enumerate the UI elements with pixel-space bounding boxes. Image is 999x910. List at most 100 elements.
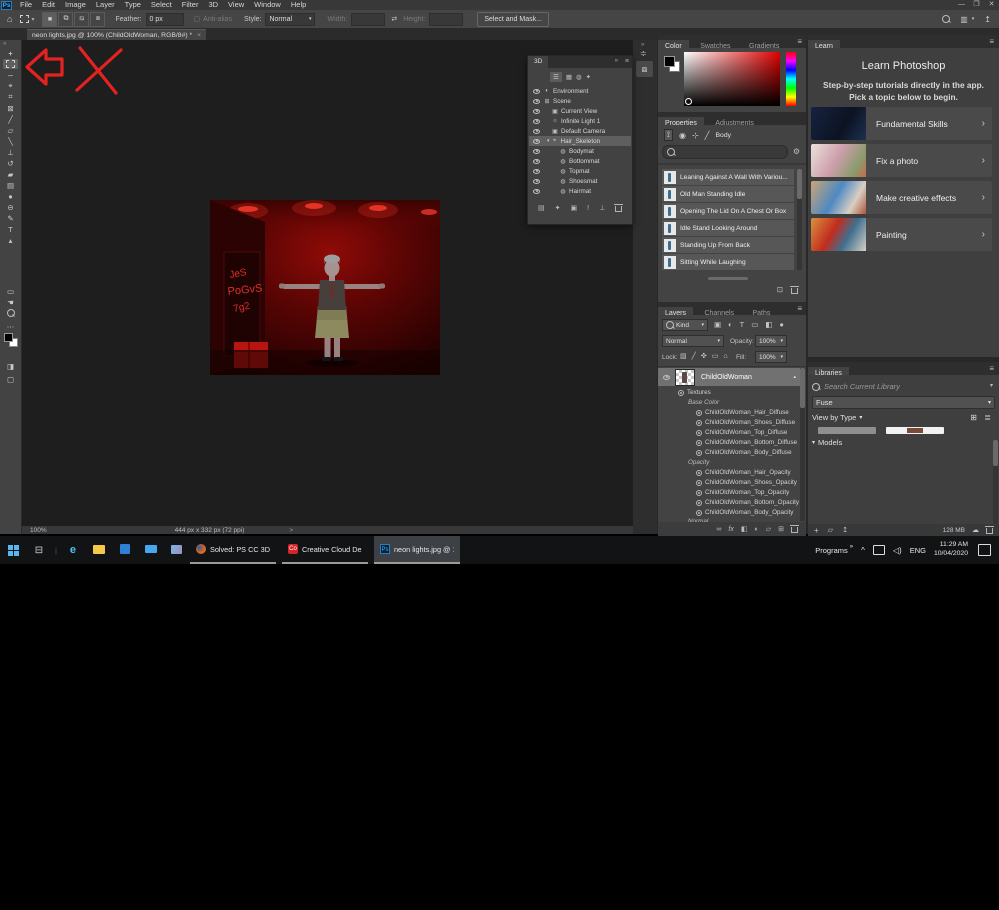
menu-view[interactable]: View bbox=[223, 0, 249, 10]
menu-image[interactable]: Image bbox=[60, 0, 91, 10]
height-input[interactable] bbox=[429, 13, 463, 26]
healing-brush-tool[interactable]: ▱ bbox=[3, 125, 18, 135]
lock-image-icon[interactable]: ╱ bbox=[692, 352, 696, 360]
layer-thumbnail[interactable] bbox=[675, 369, 695, 386]
textures-row[interactable]: Textures bbox=[678, 389, 711, 396]
learn-card-make-creative-effects[interactable]: Make creative effects › bbox=[811, 181, 992, 214]
tray-expand-icon[interactable]: ^ bbox=[861, 546, 865, 555]
kind-filter-select[interactable]: Kind▾ bbox=[662, 319, 708, 331]
libraries-search-field[interactable]: Search Current Library bbox=[812, 380, 982, 393]
taskbar-window-creative-cloud[interactable]: Co Creative Cloud Des... bbox=[282, 536, 368, 564]
toolbar-collapse-icon[interactable]: » bbox=[3, 41, 6, 47]
blend-mode-select[interactable]: Normal▾ bbox=[662, 335, 724, 347]
eye-icon[interactable] bbox=[696, 450, 702, 456]
filter-pixel-layers-icon[interactable]: ▣ bbox=[714, 320, 721, 329]
color-field-cursor[interactable] bbox=[685, 98, 692, 105]
3d-filter-materials-icon[interactable]: ◍ bbox=[576, 73, 582, 81]
texture-row[interactable]: ChildOldWoman_Top_Diffuse bbox=[696, 429, 787, 436]
eye-icon[interactable] bbox=[533, 109, 540, 114]
library-select[interactable]: Fuse▾ bbox=[812, 396, 995, 409]
close-button[interactable]: ✕ bbox=[984, 0, 999, 10]
delete-animation-icon[interactable] bbox=[791, 286, 798, 294]
animation-search-field[interactable] bbox=[662, 145, 788, 159]
3d-item-hair-skeleton[interactable]: ▾⌖Hair_Skeleton bbox=[529, 136, 631, 146]
taskbar-window-photoshop[interactable]: Ps neon lights.jpg @ 1... bbox=[374, 536, 460, 564]
list-view-icon[interactable]: ≣ bbox=[984, 413, 991, 422]
properties-panel-icon[interactable]: ≑ bbox=[640, 49, 647, 58]
add-selection-mode[interactable]: ⧉ bbox=[58, 12, 73, 27]
frame-tool[interactable]: ⊠ bbox=[3, 103, 18, 113]
menu-select[interactable]: Select bbox=[146, 0, 177, 10]
add-animation-icon[interactable]: ⊡ bbox=[777, 285, 783, 294]
models-section-header[interactable]: ▾Models bbox=[812, 438, 842, 447]
link-layers-icon[interactable]: ∞ bbox=[716, 526, 721, 533]
object-selection-tool[interactable]: ⌖ bbox=[3, 81, 18, 91]
style-select[interactable]: Normal▾ bbox=[265, 13, 315, 26]
color-field[interactable] bbox=[684, 52, 780, 106]
3d-delete-icon[interactable] bbox=[615, 204, 622, 212]
eye-icon[interactable] bbox=[678, 390, 684, 396]
3d-filter-lights-icon[interactable]: ✦ bbox=[586, 73, 591, 81]
layers-scrollbar[interactable] bbox=[800, 368, 805, 521]
move-tool[interactable]: + bbox=[3, 48, 18, 58]
share-icon[interactable]: ↥ bbox=[984, 15, 991, 24]
status-chevron-icon[interactable]: > bbox=[289, 527, 293, 534]
texture-row[interactable]: ChildOldWoman_Bottom_Opacity bbox=[696, 499, 799, 506]
delete-library-item-icon[interactable] bbox=[986, 526, 993, 534]
eye-icon[interactable] bbox=[533, 129, 540, 134]
3d-item-topmat[interactable]: ◍Topmat bbox=[529, 166, 631, 176]
tool-preset-chevron-icon[interactable]: ▾ bbox=[31, 16, 34, 23]
animation-item[interactable]: Idle Stand Looking Around bbox=[662, 220, 794, 236]
photos-icon[interactable] bbox=[164, 545, 190, 556]
network-icon[interactable] bbox=[873, 545, 885, 555]
pose-mode-icon[interactable]: ⟟ bbox=[664, 129, 673, 141]
animation-item[interactable]: Standing Up From Back bbox=[662, 237, 794, 253]
grid-view-icon[interactable]: ⊞ bbox=[970, 413, 977, 422]
animation-item[interactable]: Old Man Standing Idle bbox=[662, 186, 794, 202]
eye-icon[interactable] bbox=[533, 159, 540, 164]
texture-row[interactable]: ChildOldWoman_Body_Opacity bbox=[696, 509, 793, 516]
filter-smart-objects-icon[interactable]: ◧ bbox=[765, 320, 772, 329]
3d-filter-mesh-icon[interactable]: ▦ bbox=[566, 73, 572, 81]
search-icon[interactable] bbox=[942, 15, 950, 23]
restore-button[interactable]: ❐ bbox=[969, 0, 984, 10]
select-and-mask-button[interactable]: Select and Mask... bbox=[477, 12, 549, 27]
animation-item[interactable]: Sitting While Laughing bbox=[662, 254, 794, 270]
eye-icon[interactable] bbox=[533, 99, 540, 104]
clock[interactable]: 11:29 AM 10/04/2020 bbox=[934, 541, 968, 559]
task-view-button[interactable]: ⊟ bbox=[26, 545, 52, 556]
3d-tab[interactable]: 3D bbox=[528, 56, 548, 68]
action-center-icon[interactable] bbox=[978, 544, 991, 556]
eye-icon[interactable] bbox=[696, 510, 702, 516]
workspace-icon[interactable]: ▥ bbox=[960, 15, 968, 24]
filter-type-layers-icon[interactable]: T bbox=[740, 320, 745, 329]
3d-ground-icon[interactable]: ⊥ bbox=[599, 204, 605, 212]
filter-shape-layers-icon[interactable]: ▭ bbox=[751, 320, 758, 329]
3d-item-bodymat[interactable]: ◍Bodymat bbox=[529, 146, 631, 156]
hue-slider[interactable] bbox=[786, 52, 796, 106]
lock-all-icon[interactable]: ⌂ bbox=[723, 353, 727, 360]
taskbar-window-firefox[interactable]: Solved: PS CC 3D - ... bbox=[190, 536, 276, 564]
edge-icon[interactable]: e bbox=[60, 544, 86, 556]
eye-icon[interactable] bbox=[696, 430, 702, 436]
menu-3d[interactable]: 3D bbox=[203, 0, 223, 10]
eye-icon[interactable] bbox=[533, 189, 540, 194]
libraries-scrollbar[interactable] bbox=[993, 440, 998, 526]
filter-adjustment-layers-icon[interactable]: ◐ bbox=[728, 320, 733, 329]
3d-panel-icon[interactable]: ⧈ bbox=[636, 61, 653, 77]
filter-toggle-icon[interactable]: ● bbox=[779, 320, 784, 329]
blur-tool[interactable]: ● bbox=[3, 191, 18, 201]
menu-window[interactable]: Window bbox=[249, 0, 286, 10]
gear-icon[interactable]: ⚙ bbox=[793, 147, 800, 156]
3d-item-bottommat[interactable]: ◍Bottommat bbox=[529, 156, 631, 166]
eye-icon[interactable] bbox=[696, 500, 702, 506]
3d-item-scene[interactable]: ⊞Scene bbox=[529, 96, 631, 106]
eye-icon[interactable] bbox=[696, 470, 702, 476]
3d-item-current-view[interactable]: ▣Current View bbox=[529, 106, 631, 116]
opacity-input[interactable]: 100%▾ bbox=[755, 335, 787, 347]
animation-scrollbar[interactable] bbox=[797, 169, 802, 270]
history-brush-tool[interactable]: ↺ bbox=[3, 158, 18, 168]
3d-item-shoesmat[interactable]: ◍Shoesmat bbox=[529, 176, 631, 186]
screen-mode-button[interactable]: ▢ bbox=[3, 374, 18, 384]
gradient-tool[interactable]: ▤ bbox=[3, 180, 18, 190]
